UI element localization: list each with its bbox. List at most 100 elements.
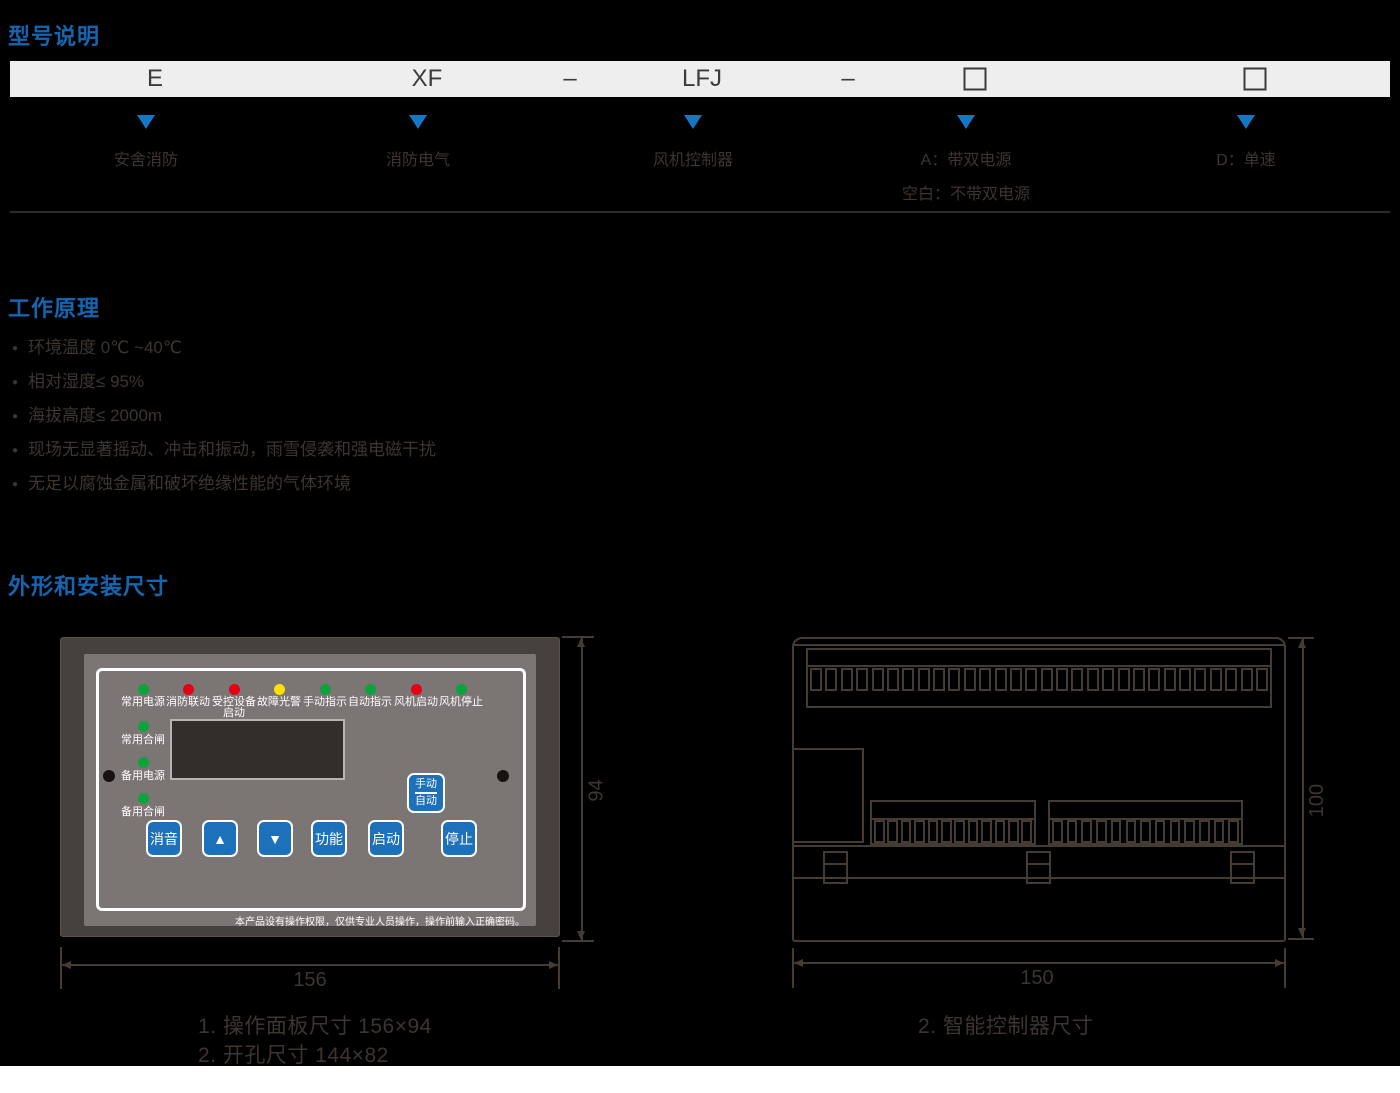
dim-ext-line [558, 947, 560, 989]
terminal [810, 668, 822, 691]
terminal [1052, 820, 1063, 843]
terminal [1154, 820, 1166, 843]
terminal [1008, 820, 1019, 843]
indicator-led-label: 受控设备 启动 [212, 696, 256, 719]
terminal [994, 820, 1006, 843]
terminal [1194, 668, 1207, 691]
terminal [1056, 668, 1068, 691]
indicator-led-label: 风机启动 [394, 696, 438, 708]
terminal [1140, 820, 1151, 843]
indicator-led-label: 手动指示 [303, 696, 347, 708]
caption-panel-size: 1. 操作面板尺寸 156×94 [198, 1015, 432, 1038]
spec-bullet-item: 无足以腐蚀金属和破坏绝缘性能的气体环境 [12, 469, 351, 494]
terminal [981, 820, 992, 843]
terminal [1163, 668, 1176, 691]
terminal-group-2 [1052, 820, 1239, 843]
terminal [914, 820, 925, 843]
dim-arrow-right-icon [1275, 959, 1284, 967]
terminal [1209, 668, 1222, 691]
terminal [1040, 668, 1053, 691]
panel-button: 功能 [311, 820, 347, 857]
terminal [825, 668, 838, 691]
terminal [1081, 820, 1092, 843]
section-divider [10, 211, 1390, 213]
indicator-led-label: 备用合闸 [121, 806, 165, 818]
terminal [954, 820, 965, 843]
terminal [1117, 668, 1130, 691]
din-clip [1230, 851, 1255, 884]
model-code: XF [411, 65, 443, 92]
terminal [886, 668, 899, 691]
terminal [1199, 820, 1210, 843]
mounting-hole-right [497, 770, 509, 782]
terminal [900, 820, 912, 843]
panel-notice-text: 本产品设有操作权限，仅供专业人员操作，操作前输入正确密码。 [235, 917, 525, 928]
panel-button: 停止 [441, 820, 477, 857]
arrow-down-icon [684, 115, 702, 129]
panel-button: 消音 [146, 820, 182, 857]
indicator-led-label: 故障光警 [257, 696, 301, 708]
dim-arrow-up-icon [577, 638, 585, 647]
terminal [967, 820, 979, 843]
indicator-led-label: 风机停止 [439, 696, 483, 708]
terminal [1213, 820, 1225, 843]
terminal [1009, 668, 1022, 691]
terminal [1148, 668, 1161, 691]
indicator-led [410, 684, 422, 695]
terminal [1021, 820, 1032, 843]
section-title-model: 型号说明 [8, 24, 101, 49]
model-code-row: E XF – LFJ – [10, 61, 1390, 97]
indicator-led [455, 684, 467, 695]
dim-ext-line [1288, 938, 1314, 940]
terminal [1255, 668, 1268, 691]
controller-rail-line [792, 845, 1286, 847]
indicator-led [182, 684, 194, 695]
controller-band-line [808, 665, 1270, 667]
indicator-led [319, 684, 331, 695]
dim-label-ctrl-height: 100 [1306, 783, 1329, 817]
model-branch-label: 消防电气 [385, 152, 451, 169]
page-bottom-strip [0, 1066, 1400, 1093]
dim-line-vertical [581, 638, 583, 942]
dim-line-horizontal [62, 964, 558, 966]
terminal [1110, 820, 1122, 843]
terminal-group-1 [874, 820, 1032, 843]
section-title-dimensions: 外形和安装尺寸 [8, 574, 170, 599]
terminal [917, 668, 930, 691]
model-code: LFJ [681, 65, 723, 92]
terminal [963, 668, 976, 691]
indicator-led [273, 684, 285, 695]
terminal [874, 820, 885, 843]
dim-line-vertical [1302, 639, 1304, 939]
arrow-down-icon [1237, 115, 1255, 129]
terminal [941, 820, 952, 843]
manual-auto-divider [415, 792, 437, 794]
manual-auto-button: 手动 自动 [407, 773, 445, 813]
indicator-led-label: 常用合闸 [121, 734, 165, 746]
model-branch-label: 安舍消防 [113, 152, 179, 169]
dim-arrow-down-icon [577, 931, 585, 940]
dim-arrow-left-icon [794, 959, 803, 967]
panel-button: ▼ [257, 820, 293, 857]
panel-display-screen [170, 719, 345, 780]
indicator-led [137, 793, 149, 804]
spec-bullet-item: 环境温度 0℃ ~40℃ [12, 333, 182, 358]
terminal [979, 668, 992, 691]
model-code: E [146, 65, 164, 92]
terminal [933, 668, 945, 691]
dim-arrow-up-icon [1298, 639, 1306, 648]
din-clip [1026, 851, 1051, 884]
terminal [994, 668, 1007, 691]
model-branch-label: 风机控制器 [652, 152, 734, 169]
indicator-led-label: 自动指示 [348, 696, 392, 708]
indicator-led-label: 备用电源 [121, 770, 165, 782]
terminal [1179, 668, 1191, 691]
terminal [887, 820, 898, 843]
terminal [1240, 668, 1253, 691]
terminal [1071, 668, 1084, 691]
panel-button: 启动 [368, 820, 404, 857]
spec-bullet-item: 相对湿度≤ 95% [12, 367, 144, 392]
terminal [1025, 668, 1038, 691]
spec-bullet-item: 海拔高度≤ 2000m [12, 401, 162, 426]
terminal [1125, 820, 1137, 843]
